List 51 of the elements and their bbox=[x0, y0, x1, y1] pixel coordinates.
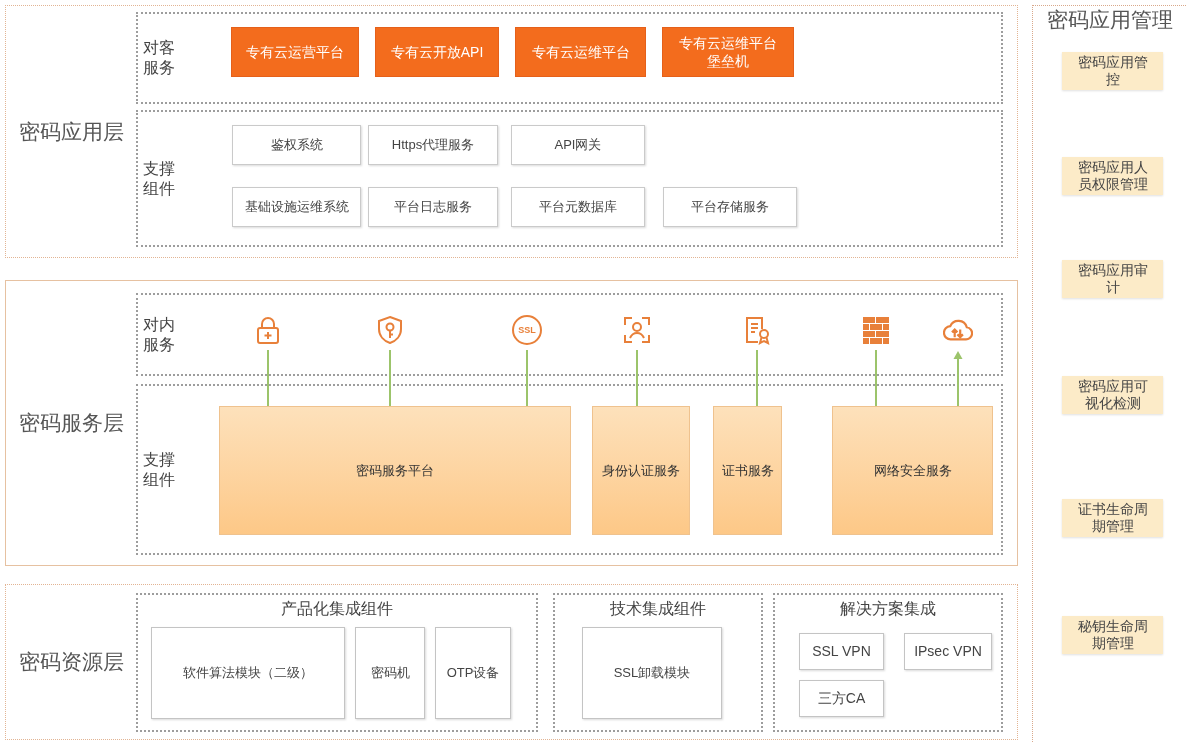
layer-title: 密码服务层 bbox=[18, 410, 124, 436]
component-card: API网关 bbox=[511, 125, 645, 165]
component-card: Https代理服务 bbox=[368, 125, 498, 165]
connector-line bbox=[756, 349, 758, 407]
connector-line bbox=[267, 349, 269, 407]
section-label: 支撑组件 bbox=[143, 158, 175, 199]
module-card: SSL VPN bbox=[799, 633, 884, 670]
component-card: 基础设施运维系统 bbox=[232, 187, 361, 227]
module-card: 软件算法模块（二级） bbox=[151, 627, 345, 719]
group-title: 解决方案集成 bbox=[840, 599, 936, 619]
layer-title: 密码资源层 bbox=[18, 649, 124, 675]
panel-title: 密码应用管理 bbox=[1046, 8, 1173, 32]
module-card: IPsec VPN bbox=[904, 633, 992, 670]
ssl-badge: SSL bbox=[512, 315, 542, 345]
section-label: 对内服务 bbox=[143, 314, 175, 355]
section-label: 支撑组件 bbox=[143, 449, 175, 490]
section-label: 对客服务 bbox=[143, 38, 175, 78]
face-scan-icon bbox=[622, 315, 652, 345]
cloud-transfer-icon bbox=[943, 319, 973, 341]
management-card: 秘钥生命周期管理 bbox=[1062, 616, 1163, 654]
management-card: 证书生命周期管理 bbox=[1062, 499, 1163, 537]
service-card: 网络安全服务 bbox=[832, 406, 993, 535]
connector-line bbox=[875, 349, 877, 407]
component-card: 平台存储服务 bbox=[663, 187, 797, 227]
connector-line bbox=[389, 349, 391, 407]
module-card: OTP设备 bbox=[435, 627, 511, 719]
service-card: 密码服务平台 bbox=[219, 406, 571, 535]
module-card: 密码机 bbox=[355, 627, 425, 719]
connector-arrow bbox=[953, 351, 963, 407]
module-card: SSL卸载模块 bbox=[582, 627, 722, 719]
group-title: 产品化集成组件 bbox=[281, 599, 393, 619]
service-card: 专有云运维平台 bbox=[515, 27, 646, 77]
module-card: 三方CA bbox=[799, 680, 884, 717]
shield-key-icon bbox=[375, 315, 405, 345]
service-card: 专有云运营平台 bbox=[231, 27, 359, 77]
component-card: 鉴权系统 bbox=[232, 125, 361, 165]
management-card: 密码应用可视化检测 bbox=[1062, 376, 1163, 414]
service-card: 证书服务 bbox=[713, 406, 782, 535]
component-card: 平台元数据库 bbox=[511, 187, 645, 227]
group-title: 技术集成组件 bbox=[610, 599, 706, 619]
management-card: 密码应用管控 bbox=[1062, 52, 1163, 90]
layer-title: 密码应用层 bbox=[18, 118, 124, 145]
service-card: 专有云运维平台堡垒机 bbox=[662, 27, 794, 77]
connector-line bbox=[636, 349, 638, 407]
connector-line bbox=[526, 349, 528, 407]
brick-wall-icon bbox=[861, 315, 891, 345]
management-card: 密码应用人员权限管理 bbox=[1062, 157, 1163, 195]
management-card: 密码应用审计 bbox=[1062, 260, 1163, 298]
service-card: 专有云开放API bbox=[375, 27, 499, 77]
service-card: 身份认证服务 bbox=[592, 406, 690, 535]
component-card: 平台日志服务 bbox=[368, 187, 498, 227]
